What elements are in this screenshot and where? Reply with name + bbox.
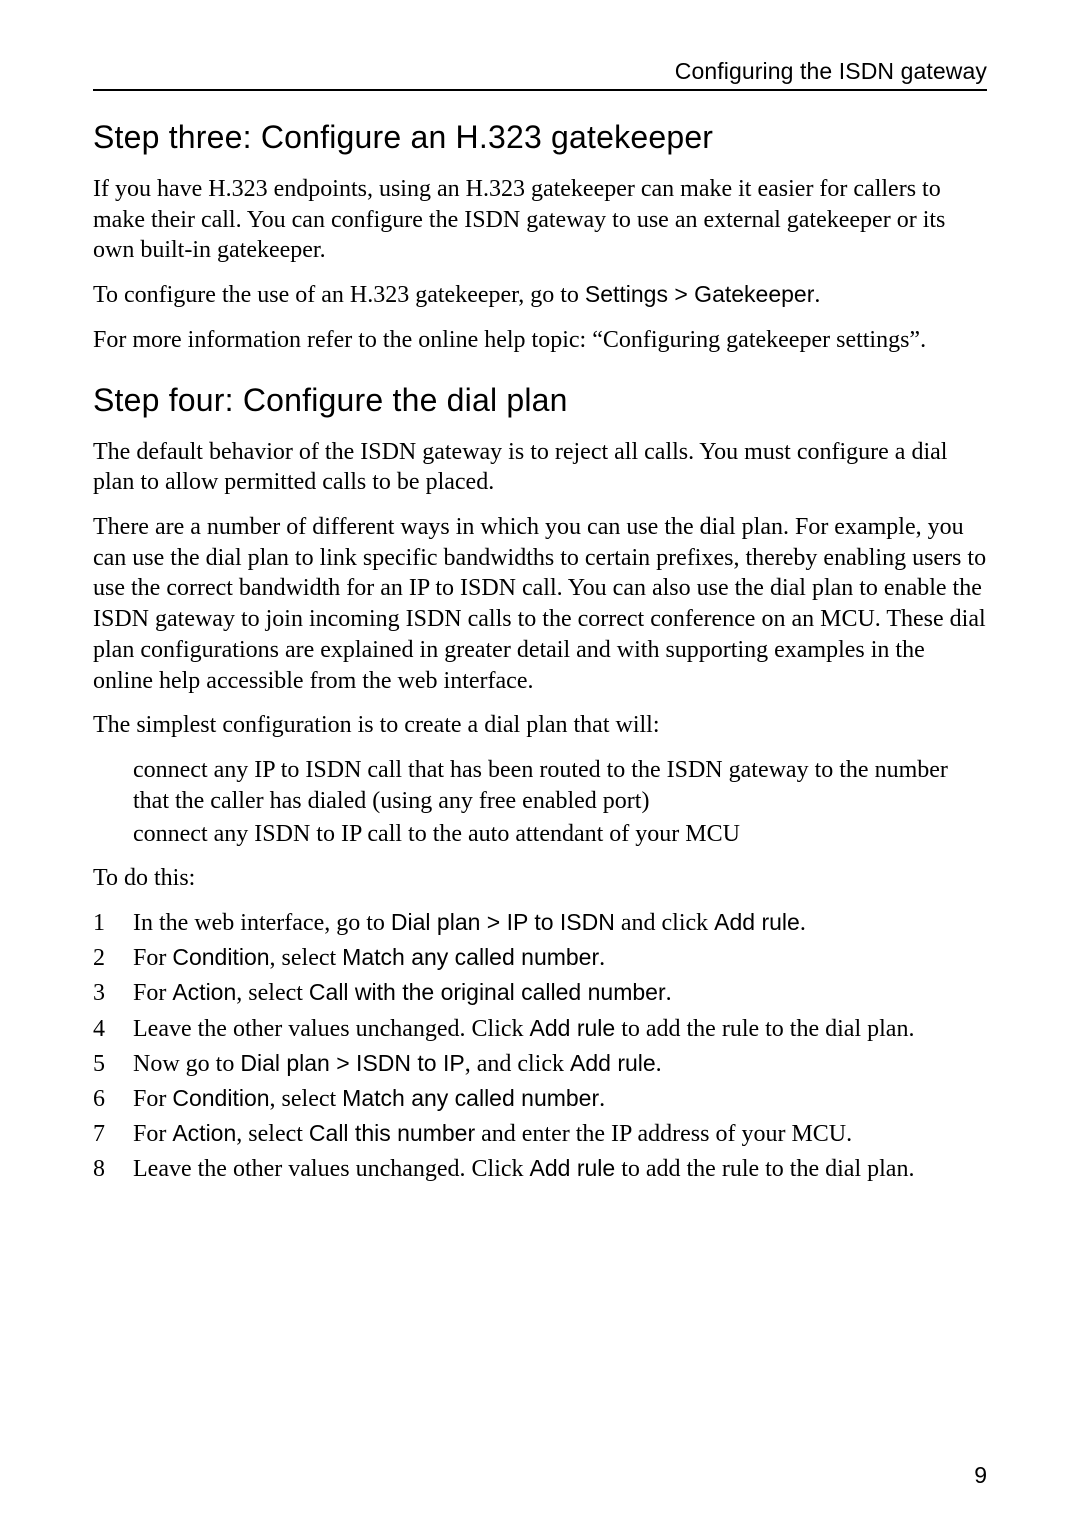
ui-label-match-any-called-number: Match any called number bbox=[342, 944, 599, 970]
list-item: connect any ISDN to IP call to the auto … bbox=[133, 819, 987, 850]
bullet-block: connect any IP to ISDN call that has bee… bbox=[133, 755, 987, 849]
text-run: to add the rule to the dial plan. bbox=[615, 1016, 914, 1042]
ui-label-add-rule: Add rule bbox=[714, 909, 800, 935]
text-run: For bbox=[133, 1121, 172, 1147]
text-run: , select bbox=[270, 1086, 343, 1112]
text-run: . bbox=[800, 910, 806, 936]
list-item: connect any IP to ISDN call that has bee… bbox=[133, 755, 987, 816]
numbered-steps: In the web interface, go to Dial plan > … bbox=[93, 908, 987, 1186]
text-run: Now go to bbox=[133, 1051, 240, 1077]
ui-label-add-rule: Add rule bbox=[570, 1050, 656, 1076]
text-run: , select bbox=[236, 1121, 309, 1147]
ui-label-add-rule: Add rule bbox=[530, 1155, 616, 1181]
text-run: , select bbox=[270, 945, 343, 971]
body-text: If you have H.323 endpoints, using an H.… bbox=[93, 174, 987, 266]
ui-label-condition: Condition bbox=[172, 944, 269, 970]
body-text: There are a number of different ways in … bbox=[93, 512, 987, 696]
ui-label-match-any-called-number: Match any called number bbox=[342, 1085, 599, 1111]
heading-step-three: Step three: Configure an H.323 gatekeepe… bbox=[93, 119, 987, 156]
step-item: In the web interface, go to Dial plan > … bbox=[93, 908, 987, 939]
text-run: Leave the other values unchanged. Click bbox=[133, 1156, 530, 1182]
step-item: Leave the other values unchanged. Click … bbox=[93, 1014, 987, 1045]
header-rule bbox=[93, 89, 987, 91]
ui-label-add-rule: Add rule bbox=[530, 1015, 616, 1041]
text-run: to add the rule to the dial plan. bbox=[615, 1156, 914, 1182]
text-run: Leave the other values unchanged. Click bbox=[133, 1016, 530, 1042]
running-header: Configuring the ISDN gateway bbox=[93, 58, 987, 89]
ui-label-call-this-number: Call this number bbox=[309, 1120, 475, 1146]
text-run: In the web interface, go to bbox=[133, 910, 391, 936]
body-text: For more information refer to the online… bbox=[93, 325, 987, 356]
text-run: and click bbox=[615, 910, 714, 936]
text-run: For bbox=[133, 1086, 172, 1112]
text-run: To configure the use of an H.323 gatekee… bbox=[93, 282, 585, 308]
body-text: The default behavior of the ISDN gateway… bbox=[93, 437, 987, 498]
step-item: Now go to Dial plan > ISDN to IP, and cl… bbox=[93, 1049, 987, 1080]
ui-path-dial-plan-isdn-to-ip: Dial plan > ISDN to IP bbox=[240, 1050, 464, 1076]
ui-label-action: Action bbox=[172, 1120, 236, 1146]
step-item: For Action, select Call this number and … bbox=[93, 1119, 987, 1150]
document-page: Configuring the ISDN gateway Step three:… bbox=[0, 0, 1080, 1529]
text-run: . bbox=[666, 980, 672, 1006]
ui-label-condition: Condition bbox=[172, 1085, 269, 1111]
step-item: For Condition, select Match any called n… bbox=[93, 1084, 987, 1115]
text-run: . bbox=[656, 1051, 662, 1077]
step-item: Leave the other values unchanged. Click … bbox=[93, 1154, 987, 1185]
page-number: 9 bbox=[974, 1462, 987, 1489]
text-run: For bbox=[133, 980, 172, 1006]
body-text: To configure the use of an H.323 gatekee… bbox=[93, 280, 987, 311]
ui-path-dial-plan-ip-to-isdn: Dial plan > IP to ISDN bbox=[391, 909, 615, 935]
ui-path-settings-gatekeeper: Settings > Gatekeeper bbox=[585, 281, 815, 307]
ui-label-action: Action bbox=[172, 979, 236, 1005]
text-run: and enter the IP address of your MCU. bbox=[475, 1121, 852, 1147]
body-text: To do this: bbox=[93, 863, 987, 894]
step-item: For Action, select Call with the origina… bbox=[93, 978, 987, 1009]
text-run: . bbox=[814, 282, 820, 308]
text-run: , and click bbox=[465, 1051, 570, 1077]
text-run: , select bbox=[236, 980, 309, 1006]
heading-step-four: Step four: Configure the dial plan bbox=[93, 382, 987, 419]
text-run: For bbox=[133, 945, 172, 971]
text-run: . bbox=[599, 1086, 605, 1112]
text-run: . bbox=[599, 945, 605, 971]
ui-label-call-original-number: Call with the original called number bbox=[309, 979, 666, 1005]
body-text: The simplest configuration is to create … bbox=[93, 710, 987, 741]
step-item: For Condition, select Match any called n… bbox=[93, 943, 987, 974]
